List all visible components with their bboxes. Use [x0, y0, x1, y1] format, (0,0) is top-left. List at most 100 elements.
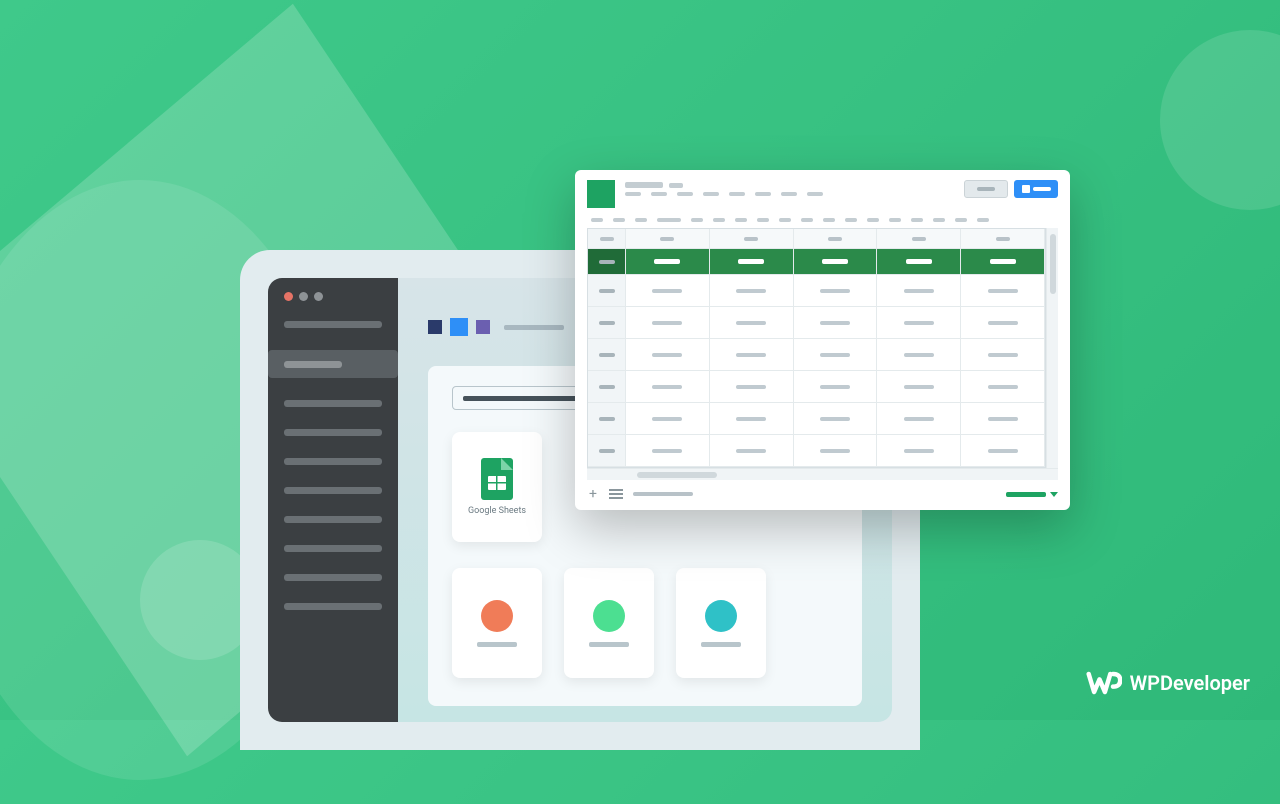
comments-button[interactable] — [964, 180, 1008, 198]
menu-item[interactable] — [677, 192, 693, 196]
toolbar-item[interactable] — [691, 218, 703, 222]
cell[interactable] — [961, 403, 1045, 434]
cell[interactable] — [794, 275, 878, 306]
cell[interactable] — [961, 307, 1045, 338]
cell[interactable] — [877, 403, 961, 434]
cell[interactable] — [710, 371, 794, 402]
cell[interactable] — [877, 229, 961, 248]
toolbar-item[interactable] — [823, 218, 835, 222]
cell[interactable] — [877, 371, 961, 402]
step-dot[interactable] — [476, 320, 490, 334]
integration-card[interactable] — [564, 568, 654, 678]
toolbar-item[interactable] — [779, 218, 791, 222]
sidebar-item[interactable] — [284, 458, 382, 465]
cell[interactable] — [877, 249, 961, 274]
toolbar-item[interactable] — [735, 218, 747, 222]
sidebar-item[interactable] — [284, 603, 382, 610]
row-header[interactable] — [588, 249, 626, 274]
cell[interactable] — [710, 307, 794, 338]
sheet-tab[interactable] — [633, 492, 693, 496]
cell[interactable] — [961, 229, 1045, 248]
menu-item[interactable] — [781, 192, 797, 196]
integration-card-google-sheets[interactable]: Google Sheets — [452, 432, 542, 542]
vertical-scrollbar[interactable] — [1046, 228, 1058, 468]
cell[interactable] — [794, 339, 878, 370]
cell[interactable] — [877, 307, 961, 338]
integration-card[interactable] — [676, 568, 766, 678]
cell[interactable] — [710, 229, 794, 248]
cell[interactable] — [626, 229, 710, 248]
cell[interactable] — [877, 275, 961, 306]
all-sheets-button[interactable] — [609, 489, 623, 499]
step-dot-active[interactable] — [450, 318, 468, 336]
cell[interactable] — [710, 249, 794, 274]
toolbar-item[interactable] — [889, 218, 901, 222]
spreadsheet-grid[interactable] — [587, 228, 1046, 468]
cell[interactable] — [877, 339, 961, 370]
cell[interactable] — [794, 371, 878, 402]
cell[interactable] — [794, 249, 878, 274]
sidebar-item[interactable] — [284, 545, 382, 552]
row-header[interactable] — [588, 307, 626, 338]
row-header[interactable] — [588, 339, 626, 370]
horizontal-scrollbar[interactable] — [587, 468, 1058, 480]
toolbar-item[interactable] — [757, 218, 769, 222]
toolbar-item[interactable] — [845, 218, 857, 222]
menu-item[interactable] — [755, 192, 771, 196]
row-header[interactable] — [588, 435, 626, 466]
cell[interactable] — [626, 371, 710, 402]
cell[interactable] — [961, 249, 1045, 274]
toolbar-item[interactable] — [657, 218, 681, 222]
share-button[interactable] — [1014, 180, 1058, 198]
toolbar-item[interactable] — [613, 218, 625, 222]
cell[interactable] — [626, 403, 710, 434]
toolbar-item[interactable] — [591, 218, 603, 222]
menu-item[interactable] — [651, 192, 667, 196]
cell[interactable] — [710, 275, 794, 306]
row-header[interactable] — [588, 371, 626, 402]
row-header[interactable] — [588, 229, 626, 248]
menu-item[interactable] — [703, 192, 719, 196]
cell[interactable] — [626, 307, 710, 338]
explore-button[interactable] — [1006, 492, 1046, 497]
row-header[interactable] — [588, 403, 626, 434]
cell[interactable] — [961, 371, 1045, 402]
sidebar-item[interactable] — [284, 516, 382, 523]
toolbar-item[interactable] — [911, 218, 923, 222]
cell[interactable] — [794, 403, 878, 434]
step-dot[interactable] — [428, 320, 442, 334]
doc-title-placeholder[interactable] — [625, 182, 663, 188]
toolbar-item[interactable] — [955, 218, 967, 222]
cell[interactable] — [626, 339, 710, 370]
cell[interactable] — [710, 435, 794, 466]
add-sheet-button[interactable]: + — [587, 486, 599, 502]
toolbar-item[interactable] — [635, 218, 647, 222]
toolbar-item[interactable] — [933, 218, 945, 222]
sidebar-item[interactable] — [284, 574, 382, 581]
cell[interactable] — [877, 435, 961, 466]
sidebar-item[interactable] — [284, 429, 382, 436]
integration-card[interactable] — [452, 568, 542, 678]
menu-item[interactable] — [729, 192, 745, 196]
menu-item[interactable] — [807, 192, 823, 196]
sidebar-item[interactable] — [284, 321, 382, 328]
sidebar-item-active[interactable] — [268, 350, 398, 378]
cell[interactable] — [794, 435, 878, 466]
cell[interactable] — [710, 403, 794, 434]
cell[interactable] — [794, 229, 878, 248]
toolbar-item[interactable] — [977, 218, 989, 222]
toolbar-item[interactable] — [713, 218, 725, 222]
sidebar-item[interactable] — [284, 487, 382, 494]
cell[interactable] — [961, 435, 1045, 466]
menu-item[interactable] — [625, 192, 641, 196]
row-header[interactable] — [588, 275, 626, 306]
cell[interactable] — [626, 435, 710, 466]
toolbar-item[interactable] — [867, 218, 879, 222]
cell[interactable] — [710, 339, 794, 370]
sidebar-item[interactable] — [284, 400, 382, 407]
cell[interactable] — [961, 275, 1045, 306]
cell[interactable] — [794, 307, 878, 338]
toolbar-item[interactable] — [801, 218, 813, 222]
cell[interactable] — [961, 339, 1045, 370]
doc-star-icon[interactable] — [669, 183, 683, 188]
